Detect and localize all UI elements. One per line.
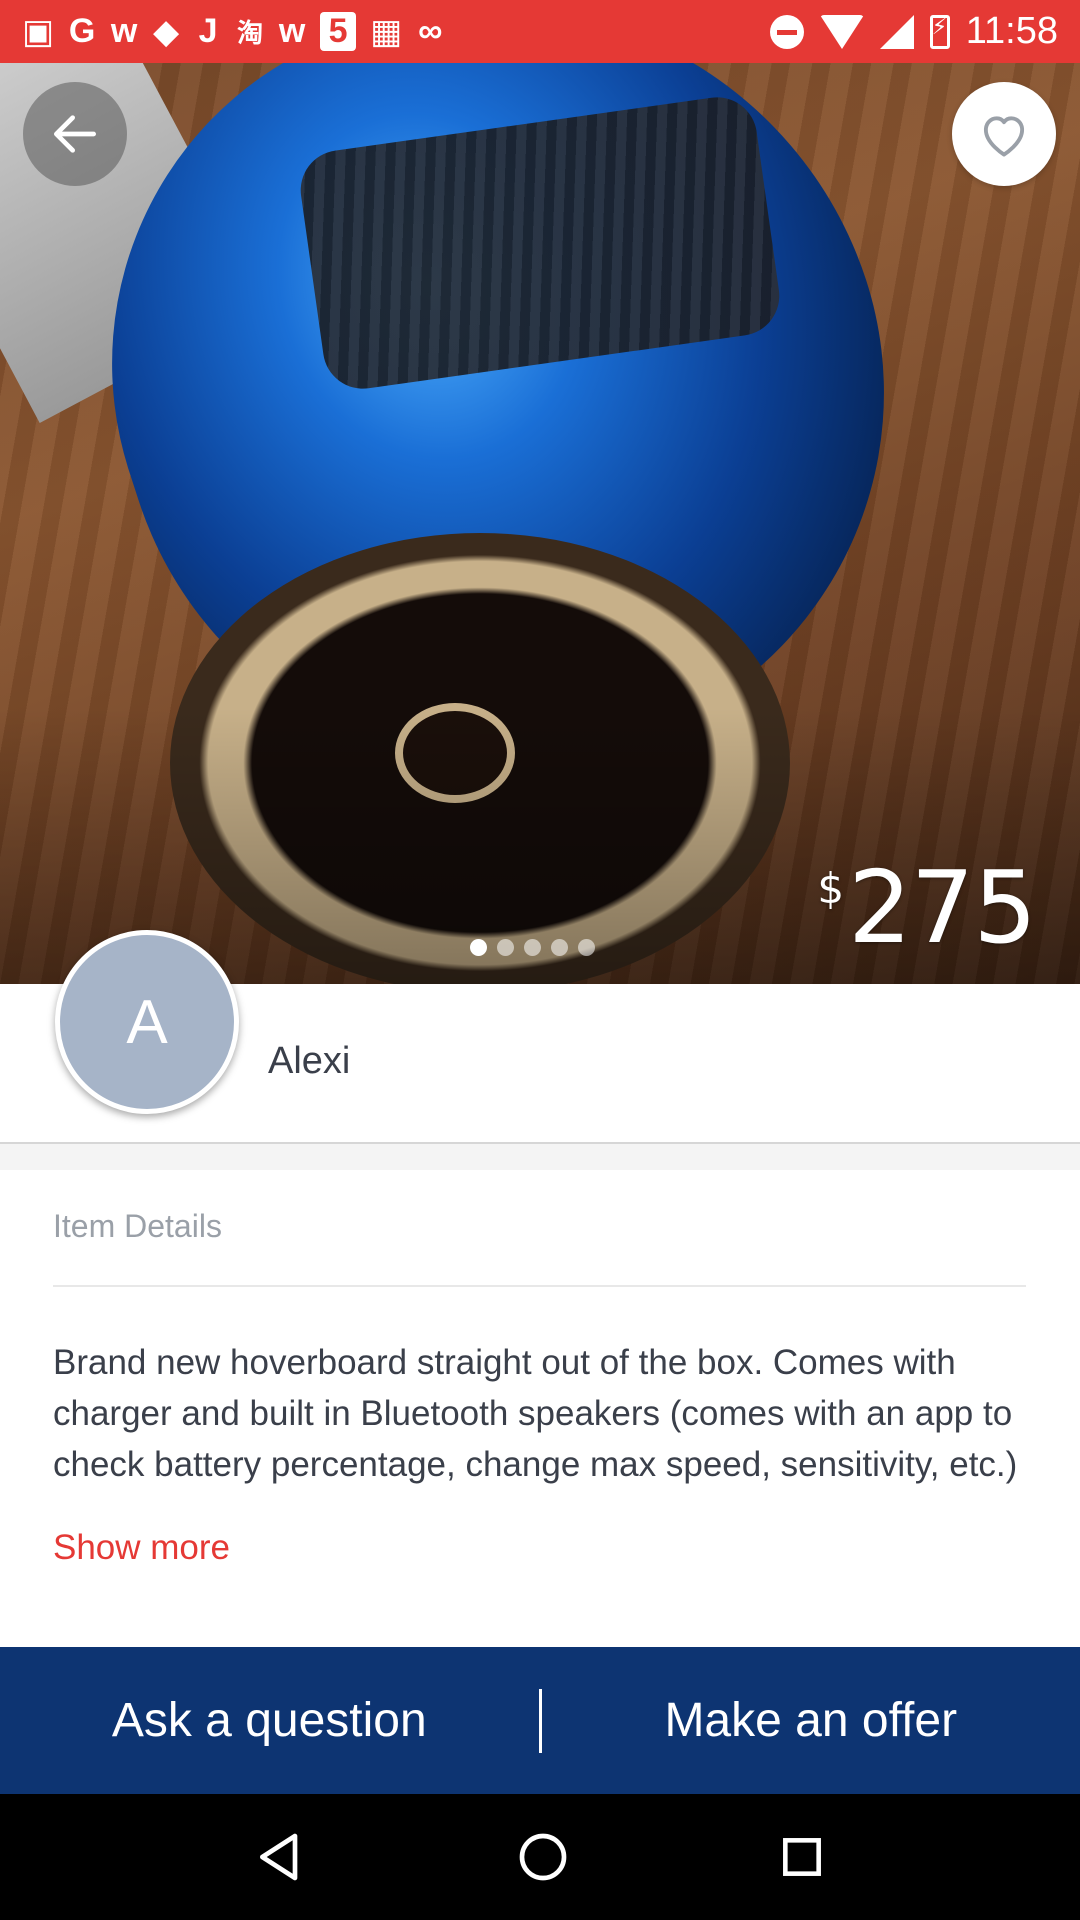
listing-photo-carousel[interactable]	[0, 63, 1080, 984]
heart-outline-icon	[983, 116, 1025, 157]
app-w2-icon: w	[278, 12, 306, 50]
notification-icons: ▣ G w ◆ J 淘 w 5 ▦ ∞	[22, 12, 444, 52]
item-description: Brand new hoverboard straight out of the…	[53, 1343, 1018, 1484]
triangle-back-icon[interactable]	[253, 1829, 309, 1885]
photo-indicator-dot	[497, 939, 514, 956]
divider	[53, 1285, 1026, 1287]
do-not-disturb-icon	[769, 14, 804, 49]
link-icon: ∞	[418, 12, 443, 50]
battery-charging-icon	[929, 14, 950, 49]
show-more-link[interactable]: Show more	[53, 1528, 230, 1568]
clock: 11:58	[965, 10, 1058, 52]
arrow-left-icon	[54, 115, 96, 153]
shopping-bag-icon: ◆	[153, 12, 180, 51]
photo-indicator-dot	[551, 939, 568, 956]
action-bar: Ask a question Make an offer	[0, 1647, 1080, 1794]
photo-indicator-dot	[578, 939, 595, 956]
photo-indicator-dot	[524, 939, 541, 956]
square-recents-icon[interactable]	[777, 1832, 827, 1882]
favorite-button[interactable]	[952, 82, 1056, 186]
photo-page-indicator	[470, 939, 595, 956]
seller-name[interactable]: Alexi	[268, 1040, 350, 1083]
ask-question-button[interactable]: Ask a question	[0, 1693, 539, 1748]
system-nav-bar	[0, 1794, 1080, 1920]
back-button[interactable]	[23, 82, 127, 186]
make-offer-button[interactable]: Make an offer	[542, 1693, 1080, 1748]
section-spacer	[0, 1144, 1080, 1170]
listing-price: $ 275	[817, 849, 1037, 966]
price-currency: $	[817, 864, 845, 913]
google-icon: G	[68, 12, 96, 50]
status-bar: ▣ G w ◆ J 淘 w 5 ▦ ∞ 11:58	[0, 0, 1080, 63]
grid-app-icon: ▦	[370, 12, 403, 51]
item-details-heading: Item Details	[53, 1208, 222, 1244]
wifi-icon	[819, 14, 864, 49]
avatar[interactable]: A	[55, 930, 239, 1114]
circle-home-icon[interactable]	[515, 1829, 571, 1885]
app-j-icon: J	[198, 12, 218, 50]
price-amount: 275	[848, 849, 1037, 966]
app-5-icon: 5	[320, 12, 357, 51]
calendar-icon: ▣	[22, 12, 55, 51]
app-w-icon: w	[110, 12, 138, 50]
photo-gradient	[0, 63, 1080, 984]
taobao-icon: 淘	[237, 18, 264, 48]
photo-indicator-dot	[470, 939, 487, 956]
cell-signal-icon	[879, 14, 914, 49]
